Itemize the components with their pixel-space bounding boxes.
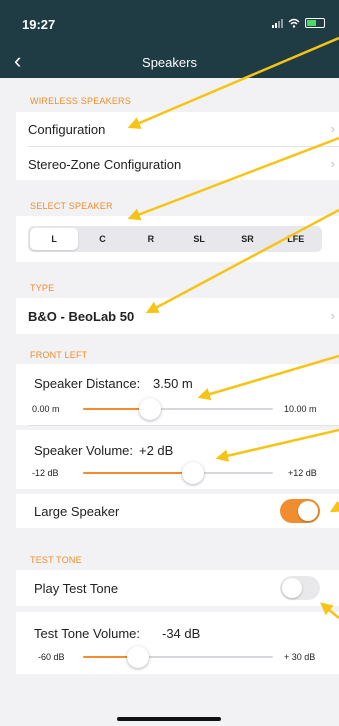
annotation-arrow [127, 36, 339, 129]
annotation-arrow [215, 428, 339, 462]
annotation-arrow [320, 602, 339, 619]
annotation-arrow [197, 354, 339, 401]
annotation-arrow [127, 136, 339, 221]
annotation-arrows [127, 36, 339, 619]
annotation-arrow [329, 500, 339, 513]
home-indicator [117, 717, 221, 721]
annotation-arrow [145, 208, 339, 314]
